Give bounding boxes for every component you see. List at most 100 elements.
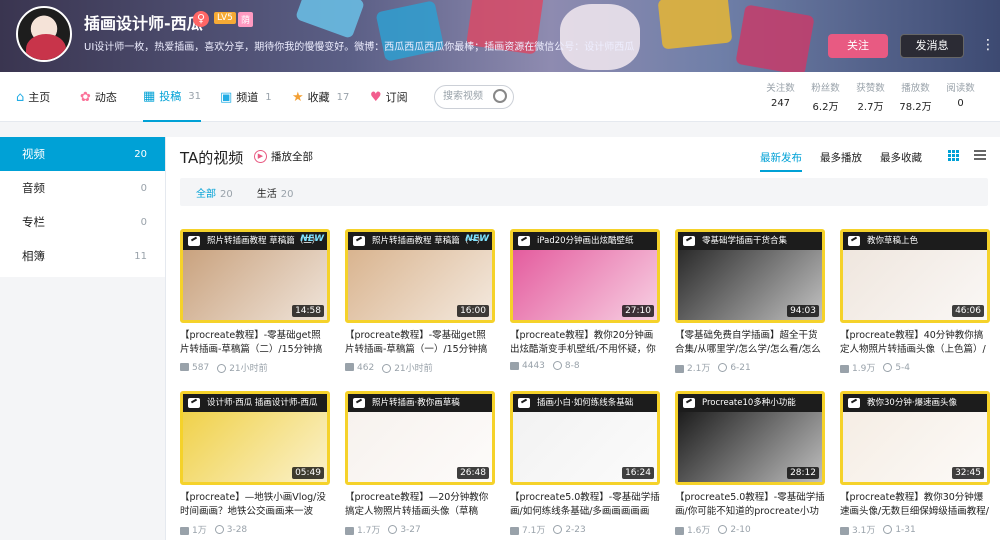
video-meta: 1.6万 2-10	[675, 523, 825, 536]
upload-time: 5-4	[883, 362, 910, 373]
video-title[interactable]: 【procreate5.0教程】-零基础学插画/你可能不知道的procreate…	[675, 491, 825, 519]
nav-home[interactable]: ⌂ 主页	[16, 72, 50, 122]
user-signature[interactable]: UI设计师一枚，热爱插画，喜欢分享，期待你我的慢慢变好。微博：西瓜西瓜西瓜你最棒…	[84, 38, 634, 53]
sort-latest[interactable]: 最新发布	[760, 150, 802, 172]
stat-following[interactable]: 关注数 247	[758, 80, 803, 113]
video-thumbnail[interactable]: Procreate10多种小功能 28:12	[675, 391, 825, 485]
video-thumbnail[interactable]: 教你草稿上色 46:06	[840, 229, 990, 323]
play-all-button[interactable]: ▶ 播放全部	[254, 149, 313, 164]
video-card[interactable]: 照片转插画·教你画草稿 26:48 【procreate教程】—20分钟教你搞定人物…	[345, 391, 495, 536]
nav-label: 投稿	[159, 90, 182, 103]
sidebar-item-video[interactable]: 视频 20	[0, 137, 165, 171]
play-count-icon	[510, 361, 519, 370]
video-title[interactable]: 【procreate教程】40分钟教你搞定人物照片转插画头像（上色篇）/视	[840, 329, 990, 357]
nav-label: 频道	[236, 91, 259, 104]
video-card[interactable]: 设计师·西瓜 插画设计师-西瓜 05:49 【procreate】—地铁小画Vlog…	[180, 391, 330, 536]
stat-value: 2.7万	[857, 102, 884, 113]
video-meta: 1万 3-28	[180, 523, 330, 536]
nav-dynamic[interactable]: ✿ 动态	[80, 72, 117, 122]
avatar[interactable]	[16, 6, 72, 62]
grid-view-icon[interactable]	[948, 150, 960, 162]
video-list-panel: TA的视频 ▶ 播放全部 最新发布 最多播放 最多收藏 全部 20 生活 20 照片…	[165, 137, 1000, 540]
video-card[interactable]: 教你30分钟·爆速画头像 32:45 【procreate教程】教你30分钟爆速画头…	[840, 391, 990, 536]
nav-subscriptions[interactable]: ♥ 订阅	[370, 72, 408, 122]
play-count-value: 1万	[192, 526, 207, 536]
video-duration: 32:45	[952, 467, 984, 479]
video-duration: 26:48	[457, 467, 489, 479]
sidebar-item-album[interactable]: 相簿 11	[0, 239, 165, 273]
nav-videos[interactable]: ▦ 投稿 31	[143, 72, 202, 122]
filter-count: 20	[280, 188, 294, 200]
upload-time: 8-8	[552, 361, 580, 371]
upload-time: 2-10	[718, 524, 751, 535]
list-view-icon[interactable]	[974, 150, 986, 162]
video-thumbnail[interactable]: 照片转插画教程 草稿篇（一） NEW 16:00	[345, 229, 495, 323]
play-all-label: 播放全部	[271, 151, 313, 163]
stat-followers[interactable]: 粉丝数 6.2万	[803, 80, 848, 113]
upload-time-value: 21小时前	[229, 364, 268, 374]
video-title[interactable]: 【procreate】—地铁小画Vlog/没时间画画？地铁公交画画来一波	[180, 491, 330, 519]
thumbnail-caption: 教你草稿上色	[843, 232, 987, 250]
video-thumbnail[interactable]: 设计师·西瓜 插画设计师-西瓜 05:49	[180, 391, 330, 485]
upload-time: 2-23	[553, 524, 586, 535]
filter-life[interactable]: 生活 20	[257, 185, 294, 200]
sidebar-item-audio[interactable]: 音频 0	[0, 171, 165, 205]
video-card[interactable]: Procreate10多种小功能 28:12 【procreate5.0教程】-零基…	[675, 391, 825, 536]
video-card[interactable]: iPad20分钟画出炫酷壁纸 27:10 【procreate教程】教你20分钟画出…	[510, 229, 660, 371]
upload-time: 21小时前	[382, 361, 433, 374]
sort-most-played[interactable]: 最多播放	[820, 150, 862, 165]
video-title[interactable]: 【procreate教程】教你30分钟爆速画头像/无数巨细保姆级插画教程/	[840, 491, 990, 519]
play-count: 7.1万	[510, 523, 545, 536]
stat-value: 0	[957, 98, 964, 109]
nav-channel[interactable]: ▣ 频道 1	[220, 72, 272, 122]
thumbnail-caption: 教你30分钟·爆速画头像	[843, 394, 987, 412]
filter-all[interactable]: 全部 20	[196, 185, 233, 200]
video-thumbnail[interactable]: 零基础学插画干货合集 94:03	[675, 229, 825, 323]
more-options-icon[interactable]: ⋮	[980, 36, 996, 54]
video-card[interactable]: 插画小白·如何练线条基础 16:24 【procreate5.0教程】-零基础学插画…	[510, 391, 660, 536]
upload-time-value: 3-28	[226, 524, 248, 535]
message-button[interactable]: 发消息	[900, 34, 964, 58]
play-count-value: 7.1万	[522, 526, 546, 536]
upload-time-value: 2-23	[565, 524, 586, 535]
video-card[interactable]: 照片转插画教程 草稿篇（二） NEW 14:58 【procreate教程】-零基础g…	[180, 229, 330, 374]
video-title[interactable]: 【procreate教程】-零基础get照片转插画-草稿篇（一）/15分钟搞定	[345, 329, 495, 357]
thumbnail-caption: Procreate10多种小功能	[678, 394, 822, 412]
follow-button[interactable]: 关注	[828, 34, 888, 58]
video-card[interactable]: 照片转插画教程 草稿篇（一） NEW 16:00 【procreate教程】-零基础g…	[345, 229, 495, 374]
video-title[interactable]: 【procreate教程】教你20分钟画出炫酷渐变手机壁纸/不用怀疑，你的	[510, 329, 660, 357]
video-title[interactable]: 【procreate5.0教程】-零基础学插画/如何练线条基础/多画画画画画	[510, 491, 660, 519]
video-title[interactable]: 【procreate教程】-零基础get照片转插画-草稿篇（二）/15分钟搞定	[180, 329, 330, 357]
search-icon[interactable]	[493, 89, 507, 103]
video-thumbnail[interactable]: 插画小白·如何练线条基础 16:24	[510, 391, 660, 485]
clock-icon	[382, 364, 392, 373]
nav-label: 订阅	[385, 91, 408, 104]
play-count: 1.9万	[840, 361, 875, 374]
video-duration: 94:03	[787, 305, 819, 317]
play-count-icon	[510, 526, 519, 535]
sort-most-favorited[interactable]: 最多收藏	[880, 150, 922, 165]
video-card[interactable]: 教你草稿上色 46:06 【procreate教程】40分钟教你搞定人物照片转插画头…	[840, 229, 990, 374]
video-card[interactable]: 零基础学插画干货合集 94:03 【零基础免费自学插画】超全干货合集/从哪里学/怎么…	[675, 229, 825, 374]
play-count-value: 462	[357, 362, 375, 373]
video-meta: 1.9万 5-4	[840, 361, 990, 374]
nav-count: 1	[265, 91, 272, 103]
video-title[interactable]: 【procreate教程】—20分钟教你搞定人物照片转插画头像（草稿	[345, 491, 495, 519]
video-duration: 05:49	[292, 467, 324, 479]
video-thumbnail[interactable]: iPad20分钟画出炫酷壁纸 27:10	[510, 229, 660, 323]
sidebar-item-article[interactable]: 专栏 0	[0, 205, 165, 239]
upload-time-value: 2-10	[730, 524, 751, 535]
video-thumbnail[interactable]: 教你30分钟·爆速画头像 32:45	[840, 391, 990, 485]
nav-count: 17	[336, 91, 350, 103]
video-duration: 46:06	[952, 305, 984, 317]
stat-reads: 阅读数 0	[938, 80, 983, 113]
video-title[interactable]: 【零基础免费自学插画】超全干货合集/从哪里学/怎么学/怎么看/怎么	[675, 329, 825, 357]
nav-favorites[interactable]: ★ 收藏 17	[292, 72, 349, 122]
upload-time-value: 3-27	[400, 524, 421, 535]
thumbnail-caption: 插画小白·如何练线条基础	[513, 394, 657, 412]
search-placeholder: 搜索视频	[443, 91, 483, 102]
search-input[interactable]: 搜索视频	[434, 85, 514, 109]
video-thumbnail[interactable]: 照片转插画教程 草稿篇（二） NEW 14:58	[180, 229, 330, 323]
upload-time: 6-21	[718, 362, 751, 373]
video-thumbnail[interactable]: 照片转插画·教你画草稿 26:48	[345, 391, 495, 485]
